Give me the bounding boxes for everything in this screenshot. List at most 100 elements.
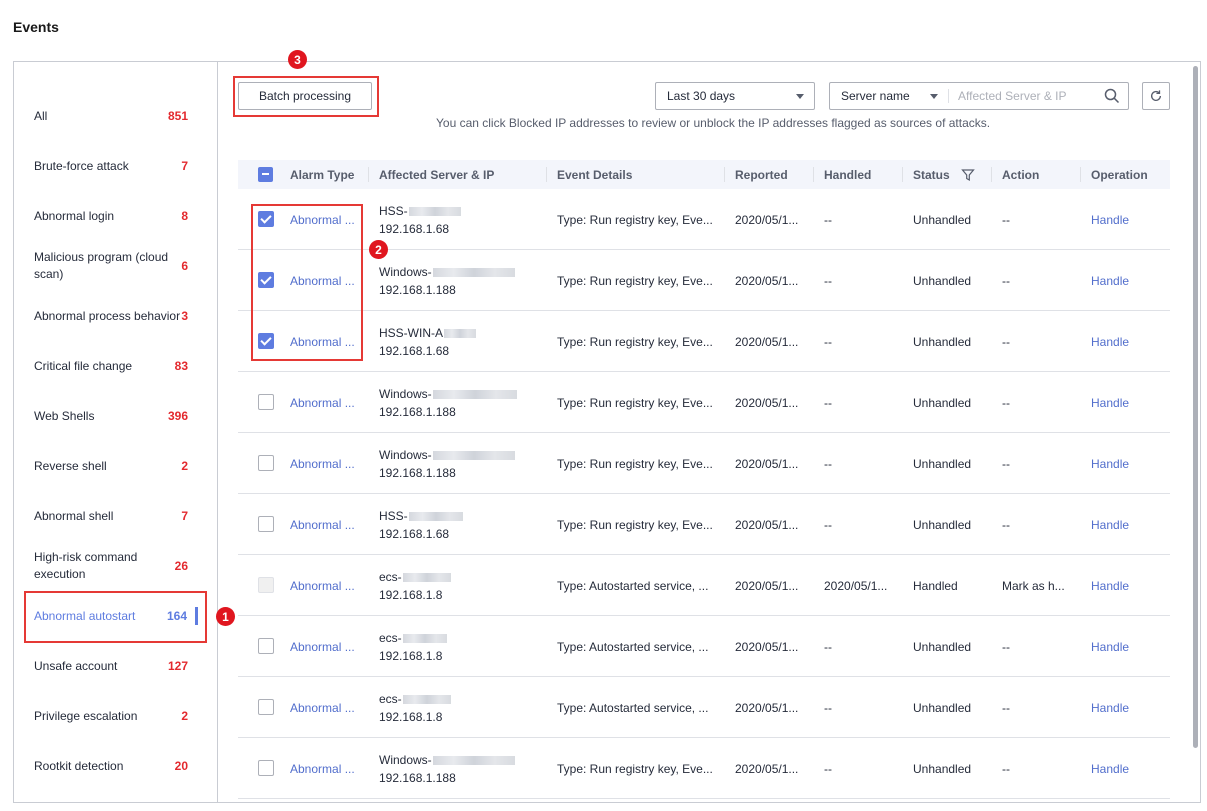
row-checkbox[interactable]	[258, 394, 274, 410]
affected-server-cell: HSS- 192.168.1.68	[379, 494, 544, 555]
handle-link[interactable]: Handle	[1091, 494, 1167, 555]
sidebar-item-label: Abnormal process behavior	[34, 308, 181, 323]
sidebar-item-count: 7	[181, 159, 188, 173]
sidebar-item[interactable]: Web Shells 396	[14, 391, 218, 441]
sidebar-item-label: All	[34, 108, 48, 123]
handle-link[interactable]: Handle	[1091, 616, 1167, 677]
sidebar-item[interactable]: Privilege escalation 2	[14, 691, 218, 741]
server-ip: 192.168.1.188	[379, 770, 456, 785]
handle-link[interactable]: Handle	[1091, 250, 1167, 311]
alarm-type-link[interactable]: Abnormal ...	[290, 555, 370, 616]
handle-link[interactable]: Handle	[1091, 189, 1167, 250]
row-checkbox[interactable]	[258, 760, 274, 776]
annotation-badge-2: 2	[369, 240, 388, 259]
alarm-type-link[interactable]: Abnormal ...	[290, 677, 370, 738]
sidebar-item[interactable]: All 851	[14, 91, 218, 141]
sidebar-item-label: Critical file change	[34, 358, 133, 373]
sidebar-item-label: Unsafe account	[34, 658, 118, 673]
col-divider	[902, 167, 903, 182]
sidebar-item[interactable]: Reverse shell 2	[14, 441, 218, 491]
sidebar-item[interactable]: Brute-force attack 7	[14, 141, 218, 191]
sidebar-item-count: 127	[167, 659, 188, 673]
search-icon[interactable]	[1104, 88, 1120, 104]
table-row: Abnormal ... ecs- 192.168.1.8 Type: Autosta…	[238, 616, 1170, 677]
col-divider	[813, 167, 814, 182]
handled-time: --	[824, 456, 832, 471]
affected-server-cell: HSS- 192.168.1.68	[379, 189, 544, 250]
alarm-type-link[interactable]: Abnormal ...	[290, 433, 370, 494]
alarm-type-link[interactable]: Abnormal ...	[290, 494, 370, 555]
filter-icon[interactable]	[961, 168, 975, 182]
row-checkbox[interactable]	[258, 638, 274, 654]
event-details: Type: Run registry key, Eve...	[557, 761, 713, 776]
status-text: Unhandled	[913, 700, 972, 715]
status-text: Unhandled	[913, 273, 972, 288]
time-range-value: Last 30 days	[667, 89, 736, 103]
server-ip: 192.168.1.8	[379, 648, 443, 663]
sidebar-item[interactable]: Rootkit detection 20	[14, 741, 218, 791]
search-type-select[interactable]: Server name	[830, 83, 948, 109]
event-type-sidebar: All 851 Brute-force attack 7 Abnormal login 8…	[14, 62, 218, 802]
chevron-down-icon	[930, 94, 938, 99]
alarm-type-link[interactable]: Abnormal ...	[290, 616, 370, 677]
sidebar-item[interactable]: Abnormal shell 7	[14, 491, 218, 541]
redacted-text	[444, 328, 476, 338]
server-name: ecs-	[379, 691, 402, 706]
search-type-value: Server name	[841, 89, 910, 103]
chevron-down-icon	[796, 94, 804, 99]
handle-link[interactable]: Handle	[1091, 311, 1167, 372]
time-range-select[interactable]: Last 30 days	[655, 82, 815, 110]
table-row: Abnormal ... HSS-WIN-A 192.168.1.68 Type: R…	[238, 311, 1170, 372]
sidebar-item[interactable]: Malicious program (cloud scan) 6	[14, 241, 218, 291]
search-box[interactable]: Server name	[829, 82, 1129, 110]
handle-link[interactable]: Handle	[1091, 433, 1167, 494]
event-details: Type: Run registry key, Eve...	[557, 517, 713, 532]
row-checkbox[interactable]	[258, 455, 274, 471]
sidebar-item-count: 26	[174, 559, 188, 573]
action-text: --	[1002, 395, 1010, 410]
sidebar-item[interactable]: Abnormal login 8	[14, 191, 218, 241]
sidebar-item[interactable]: Critical file change 83	[14, 341, 218, 391]
server-name: HSS-WIN-A	[379, 325, 443, 340]
handled-time: --	[824, 334, 832, 349]
server-name: HSS-	[379, 508, 408, 523]
sidebar-item[interactable]: High-risk command execution 26	[14, 541, 218, 591]
annotation-badge-1: 1	[216, 607, 235, 626]
handle-link[interactable]: Handle	[1091, 555, 1167, 616]
vertical-scrollbar[interactable]	[1193, 66, 1198, 748]
redacted-text	[402, 633, 447, 643]
handle-link[interactable]: Handle	[1091, 677, 1167, 738]
handled-time: 2020/05/1...	[824, 578, 888, 593]
server-name: Windows-	[379, 264, 432, 279]
handled-time: --	[824, 761, 832, 776]
handle-link[interactable]: Handle	[1091, 372, 1167, 433]
redacted-text	[408, 511, 463, 521]
sidebar-item[interactable]: Unsafe account 127	[14, 641, 218, 691]
sidebar-item-count: 7	[181, 509, 188, 523]
table-header: Alarm Type Affected Server & IP Event De…	[238, 160, 1170, 189]
affected-server-cell: Windows- 192.168.1.188	[379, 433, 544, 494]
sidebar-item[interactable]: Abnormal process behavior 3	[14, 291, 218, 341]
handled-time: --	[824, 639, 832, 654]
row-checkbox[interactable]	[258, 516, 274, 532]
affected-server-cell: Windows- 192.168.1.188	[379, 738, 544, 799]
server-ip: 192.168.1.8	[379, 587, 443, 602]
reported-time: 2020/05/1...	[735, 395, 799, 410]
table-row: Abnormal ... HSS- 192.168.1.68 Type: Run re…	[238, 494, 1170, 555]
sidebar-item-label: Rootkit detection	[34, 758, 124, 773]
server-ip: 192.168.1.188	[379, 404, 456, 419]
blocked-ip-hint: You can click Blocked IP addresses to re…	[436, 116, 991, 130]
select-all-checkbox[interactable]	[258, 167, 273, 182]
row-checkbox[interactable]	[258, 699, 274, 715]
search-input[interactable]	[958, 83, 1098, 109]
alarm-type-link[interactable]: Abnormal ...	[290, 372, 370, 433]
handle-link[interactable]: Handle	[1091, 738, 1167, 799]
event-details: Type: Autostarted service, ...	[557, 700, 709, 715]
col-event-details: Event Details	[557, 167, 633, 182]
col-reported: Reported	[735, 167, 788, 182]
table-row: Abnormal ... Windows- 192.168.1.188 Type: R…	[238, 433, 1170, 494]
affected-server-cell: ecs- 192.168.1.8	[379, 616, 544, 677]
alarm-type-link[interactable]: Abnormal ...	[290, 738, 370, 799]
col-handled: Handled	[824, 167, 872, 182]
refresh-button[interactable]	[1142, 82, 1170, 110]
